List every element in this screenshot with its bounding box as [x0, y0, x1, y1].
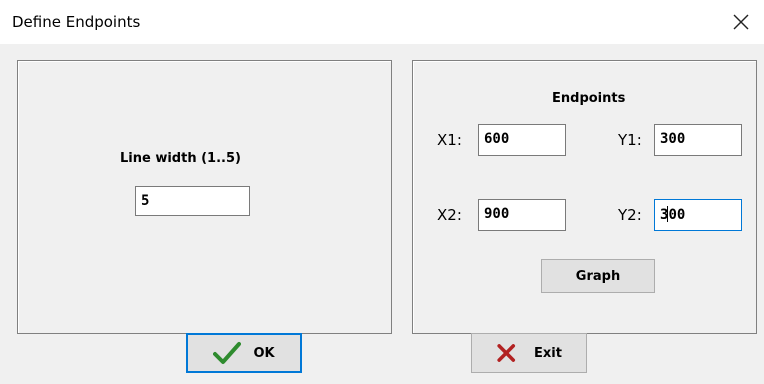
dialog-body: Line width (1..5) 5 Endpoints X1: 600 Y1… — [0, 44, 764, 384]
line-width-panel: Line width (1..5) 5 — [17, 60, 392, 334]
exit-button-label: Exit — [534, 345, 562, 361]
graph-button[interactable]: Graph — [541, 259, 655, 293]
define-endpoints-dialog: Define Endpoints Line width (1..5) 5 End… — [0, 0, 764, 384]
ok-button[interactable]: OK — [186, 333, 302, 373]
x-icon — [497, 344, 516, 362]
close-button[interactable] — [718, 0, 764, 44]
y2-label: Y2: — [618, 206, 642, 224]
y1-label: Y1: — [618, 131, 642, 149]
exit-button[interactable]: Exit — [471, 333, 587, 373]
x1-label: X1: — [437, 131, 462, 149]
x1-input[interactable]: 600 — [478, 124, 566, 156]
endpoints-heading: Endpoints — [552, 91, 626, 106]
checkmark-icon — [213, 342, 242, 364]
endpoints-panel: Endpoints X1: 600 Y1: 300 X2: 900 Y2: 30… — [412, 60, 757, 334]
line-width-input[interactable]: 5 — [135, 186, 250, 216]
window-title: Define Endpoints — [12, 13, 141, 31]
line-width-label: Line width (1..5) — [120, 151, 241, 166]
graph-button-label: Graph — [575, 268, 621, 284]
y1-input[interactable]: 300 — [654, 124, 742, 156]
y2-input[interactable]: 300 — [654, 199, 742, 231]
y2-value-end: 00 — [668, 207, 686, 223]
x2-input[interactable]: 900 — [478, 199, 566, 231]
ok-button-label: OK — [253, 345, 275, 361]
x2-label: X2: — [437, 206, 462, 224]
close-icon — [733, 14, 749, 30]
title-bar[interactable]: Define Endpoints — [0, 0, 764, 44]
